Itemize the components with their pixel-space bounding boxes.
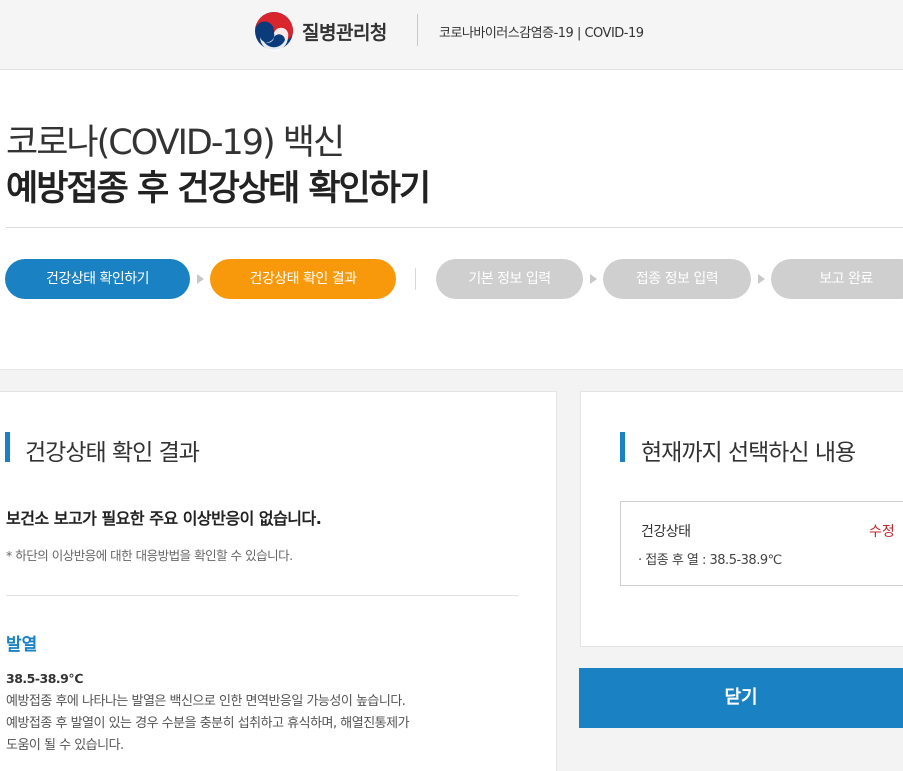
title-divider — [6, 227, 903, 228]
page-title-line1: 코로나(COVID-19) 백신 — [6, 123, 345, 163]
step-health-result[interactable]: 건강상태 확인 결과 — [210, 259, 396, 299]
header-subtitle: 코로나바이러스감염증-19 | COVID-19 — [439, 26, 644, 41]
close-button[interactable]: 닫기 — [579, 668, 903, 728]
page-title-line2: 예방접종 후 건강상태 확인하기 — [6, 169, 431, 209]
symptom-desc-line: 예방접종 후 발열이 있는 경우 수분을 충분히 섭취하고 휴식하며, 해열진통… — [6, 716, 410, 731]
result-section-title: 건강상태 확인 결과 — [25, 440, 200, 466]
symptom-desc-line: 예방접종 후에 나타나는 발열은 백신으로 인한 면역반응일 가능성이 높습니다… — [6, 694, 406, 709]
kdca-logo-icon — [255, 12, 293, 51]
result-divider — [6, 595, 518, 596]
section-accent-bar — [5, 432, 10, 462]
step-arrow-icon — [590, 274, 597, 284]
summary-section-title: 현재까지 선택하신 내용 — [641, 440, 856, 466]
symptom-desc-line: 도움이 될 수 있습니다. — [6, 738, 124, 753]
edit-link[interactable]: 수정 — [869, 521, 895, 541]
agency-name[interactable]: 질병관리청 — [302, 18, 387, 45]
step-vaccination-info: 접종 정보 입력 — [603, 259, 751, 299]
step-report-complete: 보고 완료 — [771, 259, 903, 299]
site-header: 질병관리청 코로나바이러스감염증-19 | COVID-19 — [0, 0, 903, 70]
result-main-message: 보건소 보고가 필요한 주요 이상반응이 없습니다. — [6, 509, 322, 528]
section-accent-bar — [620, 432, 625, 462]
step-separator — [415, 268, 416, 290]
step-arrow-icon — [197, 274, 204, 284]
summary-box — [620, 501, 903, 586]
result-note: * 하단의 이상반응에 대한 대응방법을 확인할 수 있습니다. — [6, 548, 293, 563]
header-divider — [417, 14, 418, 46]
symptom-description: 예방접종 후에 나타나는 발열은 백신으로 인한 면역반응일 가능성이 높습니다… — [6, 691, 506, 757]
step-arrow-icon — [758, 274, 765, 284]
summary-label: 건강상태 — [641, 524, 691, 540]
symptom-range: 38.5-38.9℃ — [6, 671, 84, 686]
summary-item: · 접종 후 열 : 38.5-38.9℃ — [638, 553, 782, 568]
step-health-check[interactable]: 건강상태 확인하기 — [5, 259, 190, 299]
symptom-title: 발열 — [6, 635, 38, 655]
step-basic-info: 기본 정보 입력 — [436, 259, 583, 299]
